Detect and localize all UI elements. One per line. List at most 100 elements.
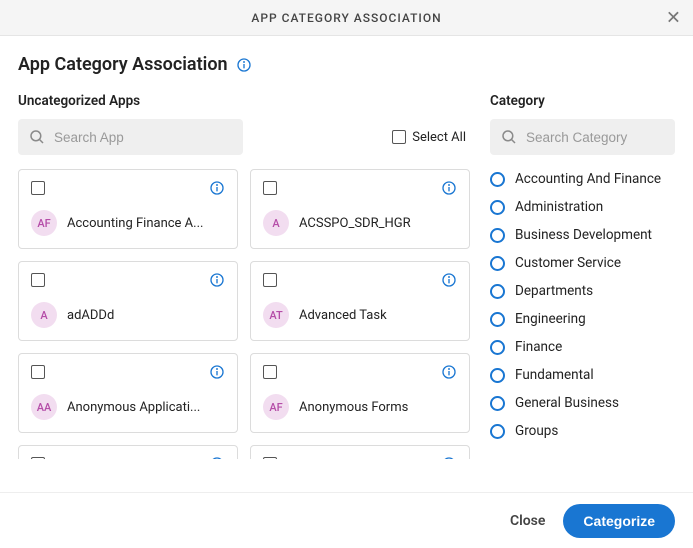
app-avatar: AF (263, 394, 289, 420)
category-item[interactable]: Customer Service (490, 251, 675, 275)
uncategorized-heading: Uncategorized Apps (18, 93, 470, 109)
category-label: Business Development (515, 227, 652, 243)
info-icon[interactable] (209, 180, 225, 196)
right-column: Category Accounting And Finance Administ… (490, 93, 675, 459)
close-button[interactable]: Close (510, 513, 545, 529)
app-card[interactable]: AT Advanced Task (250, 261, 470, 341)
page-title: App Category Association (18, 54, 228, 75)
info-icon[interactable] (441, 456, 457, 459)
app-checkbox[interactable] (31, 273, 45, 287)
info-icon[interactable] (209, 456, 225, 459)
info-icon[interactable] (209, 272, 225, 288)
info-icon[interactable] (209, 364, 225, 380)
app-checkbox[interactable] (31, 457, 45, 459)
category-radio[interactable] (490, 256, 505, 271)
app-checkbox[interactable] (263, 273, 277, 287)
app-card-top (31, 180, 225, 196)
category-item[interactable]: Business Development (490, 223, 675, 247)
category-label: Accounting And Finance (515, 171, 661, 187)
search-category-box[interactable] (490, 119, 675, 155)
search-icon (28, 128, 46, 146)
info-icon[interactable] (236, 57, 252, 73)
app-card-top (263, 272, 457, 288)
category-list: Accounting And Finance Administration Bu… (490, 167, 675, 443)
category-item[interactable]: General Business (490, 391, 675, 415)
category-label: Finance (515, 339, 562, 355)
app-card[interactable]: AF Accounting Finance A... (18, 169, 238, 249)
category-item[interactable]: Accounting And Finance (490, 167, 675, 191)
category-label: General Business (515, 395, 619, 411)
category-radio[interactable] (490, 200, 505, 215)
app-card-body: A adADDd (31, 302, 225, 328)
search-app-input[interactable] (54, 130, 233, 145)
category-item[interactable]: Administration (490, 195, 675, 219)
app-avatar: AF (31, 210, 57, 236)
subtitle-row: App Category Association (18, 54, 675, 75)
apps-grid: AF Accounting Finance A... A ACSSPO_SDR_… (18, 169, 470, 459)
category-label: Fundamental (515, 367, 594, 383)
app-checkbox[interactable] (263, 181, 277, 195)
search-icon (500, 128, 518, 146)
app-card[interactable] (250, 445, 470, 459)
category-radio[interactable] (490, 228, 505, 243)
category-radio[interactable] (490, 368, 505, 383)
app-card[interactable]: AF Anonymous Forms (250, 353, 470, 433)
app-checkbox[interactable] (31, 365, 45, 379)
app-card-top (263, 180, 457, 196)
app-label: ACSSPO_SDR_HGR (299, 216, 411, 231)
app-avatar: AT (263, 302, 289, 328)
app-card[interactable]: AA Anonymous Applicati... (18, 353, 238, 433)
search-category-input[interactable] (526, 130, 665, 145)
category-radio[interactable] (490, 312, 505, 327)
category-item[interactable]: Engineering (490, 307, 675, 331)
app-card-top (263, 364, 457, 380)
category-item[interactable]: Groups (490, 419, 675, 443)
left-column: Uncategorized Apps Select All (18, 93, 470, 459)
category-radio[interactable] (490, 284, 505, 299)
app-card-body: AT Advanced Task (263, 302, 457, 328)
app-card[interactable]: A adADDd (18, 261, 238, 341)
category-label: Groups (515, 423, 558, 439)
app-checkbox[interactable] (263, 365, 277, 379)
close-icon[interactable]: ✕ (666, 7, 681, 28)
category-item[interactable]: Departments (490, 279, 675, 303)
app-avatar: A (263, 210, 289, 236)
modal-header: APP CATEGORY ASSOCIATION ✕ (0, 0, 693, 36)
info-icon[interactable] (441, 272, 457, 288)
app-checkbox[interactable] (31, 181, 45, 195)
search-app-box[interactable] (18, 119, 243, 155)
app-card-top (31, 364, 225, 380)
app-card-body: AA Anonymous Applicati... (31, 394, 225, 420)
app-card-top (263, 456, 457, 459)
app-card[interactable]: A ACSSPO_SDR_HGR (250, 169, 470, 249)
category-radio[interactable] (490, 396, 505, 411)
app-label: adADDd (67, 308, 114, 323)
app-card-top (31, 456, 225, 459)
category-item[interactable]: Fundamental (490, 363, 675, 387)
info-icon[interactable] (441, 180, 457, 196)
app-label: Accounting Finance A... (67, 216, 203, 231)
modal-title: APP CATEGORY ASSOCIATION (251, 11, 441, 25)
info-icon[interactable] (441, 364, 457, 380)
category-radio[interactable] (490, 172, 505, 187)
category-radio[interactable] (490, 424, 505, 439)
select-all-checkbox[interactable] (392, 130, 406, 144)
app-label: Anonymous Applicati... (67, 400, 200, 415)
app-card[interactable] (18, 445, 238, 459)
app-avatar: A (31, 302, 57, 328)
app-label: Advanced Task (299, 308, 387, 323)
left-search-row: Select All (18, 119, 470, 155)
select-all[interactable]: Select All (392, 130, 466, 145)
app-checkbox[interactable] (263, 457, 277, 459)
category-item[interactable]: Finance (490, 335, 675, 359)
category-label: Customer Service (515, 255, 621, 271)
app-label: Anonymous Forms (299, 400, 408, 415)
app-card-top (31, 272, 225, 288)
select-all-label: Select All (412, 130, 466, 145)
category-radio[interactable] (490, 340, 505, 355)
modal-content: App Category Association Uncategorized A… (0, 36, 693, 459)
category-label: Engineering (515, 311, 586, 327)
categorize-button[interactable]: Categorize (563, 504, 675, 538)
category-heading: Category (490, 93, 675, 109)
columns: Uncategorized Apps Select All (18, 93, 675, 459)
